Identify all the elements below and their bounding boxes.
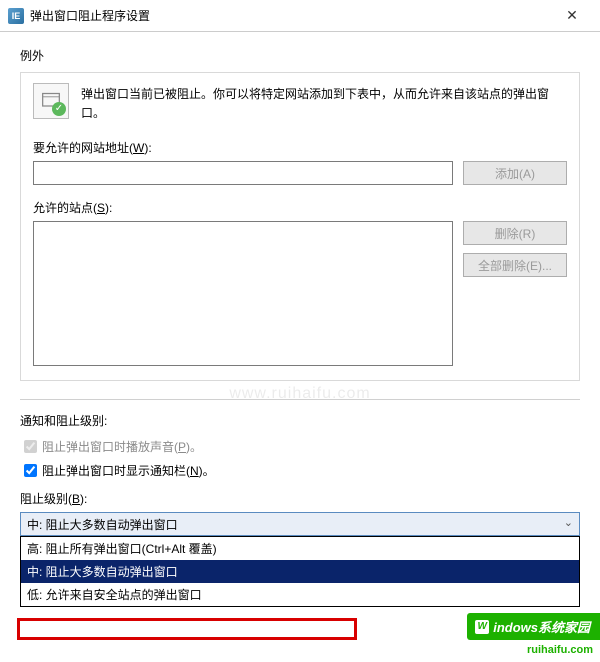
dialog-content: 例外 弹出窗口当前已被阻止。你可以将特定网站添加到下表中，从而允许来自该站点的弹… bbox=[0, 32, 600, 541]
remove-button[interactable]: 删除(R) bbox=[463, 221, 567, 245]
show-bar-checkbox[interactable] bbox=[24, 464, 37, 477]
add-button[interactable]: 添加(A) bbox=[463, 161, 567, 185]
site-logo-sub: ruihaifu.com bbox=[523, 644, 597, 656]
address-input[interactable] bbox=[33, 161, 453, 185]
exceptions-group: 弹出窗口当前已被阻止。你可以将特定网站添加到下表中，从而允许来自该站点的弹出窗口… bbox=[20, 72, 580, 381]
play-sound-checkbox-row: 阻止弹出窗口时播放声音(P)。 bbox=[20, 437, 580, 456]
block-level-label: 阻止级别(B): bbox=[20, 490, 580, 507]
play-sound-label: 阻止弹出窗口时播放声音(P)。 bbox=[42, 438, 202, 455]
remove-all-button[interactable]: 全部删除(E)... bbox=[463, 253, 567, 277]
info-text: 弹出窗口当前已被阻止。你可以将特定网站添加到下表中，从而允许来自该站点的弹出窗口… bbox=[81, 83, 567, 123]
allowed-sites-row: 删除(R) 全部删除(E)... bbox=[33, 221, 567, 366]
block-level-option-medium[interactable]: 中: 阻止大多数自动弹出窗口 bbox=[21, 560, 579, 583]
allowed-sites-list[interactable] bbox=[33, 221, 453, 366]
annotation-highlight bbox=[17, 618, 357, 640]
show-bar-checkbox-row[interactable]: 阻止弹出窗口时显示通知栏(N)。 bbox=[20, 461, 580, 480]
close-button[interactable]: ✕ bbox=[552, 7, 592, 24]
allowed-sites-label: 允许的站点(S): bbox=[33, 199, 567, 216]
titlebar: IE 弹出窗口阻止程序设置 ✕ bbox=[0, 0, 600, 32]
block-level-dropdown: 高: 阻止所有弹出窗口(Ctrl+Alt 覆盖) 中: 阻止大多数自动弹出窗口 … bbox=[20, 536, 580, 607]
block-level-select[interactable]: 中: 阻止大多数自动弹出窗口 bbox=[20, 512, 580, 536]
block-level-select-wrap: 中: 阻止大多数自动弹出窗口 高: 阻止所有弹出窗口(Ctrl+Alt 覆盖) … bbox=[20, 512, 580, 536]
show-bar-label: 阻止弹出窗口时显示通知栏(N)。 bbox=[42, 462, 215, 479]
window-title: 弹出窗口阻止程序设置 bbox=[30, 7, 552, 24]
address-row: 添加(A) bbox=[33, 161, 567, 185]
divider bbox=[20, 399, 580, 400]
exceptions-heading: 例外 bbox=[20, 47, 580, 64]
logo-flag-icon: W bbox=[475, 620, 489, 634]
popup-blocked-icon bbox=[33, 83, 69, 119]
site-logo-badge: Windows系统家园 bbox=[467, 613, 600, 640]
info-row: 弹出窗口当前已被阻止。你可以将特定网站添加到下表中，从而允许来自该站点的弹出窗口… bbox=[33, 83, 567, 123]
block-level-option-high[interactable]: 高: 阻止所有弹出窗口(Ctrl+Alt 覆盖) bbox=[21, 537, 579, 560]
app-icon: IE bbox=[8, 8, 24, 24]
play-sound-checkbox bbox=[24, 440, 37, 453]
list-buttons: 删除(R) 全部删除(E)... bbox=[463, 221, 567, 277]
notifications-heading: 通知和阻止级别: bbox=[20, 412, 580, 429]
address-label: 要允许的网站地址(W): bbox=[33, 139, 567, 156]
block-level-option-low[interactable]: 低: 允许来自安全站点的弹出窗口 bbox=[21, 583, 579, 606]
